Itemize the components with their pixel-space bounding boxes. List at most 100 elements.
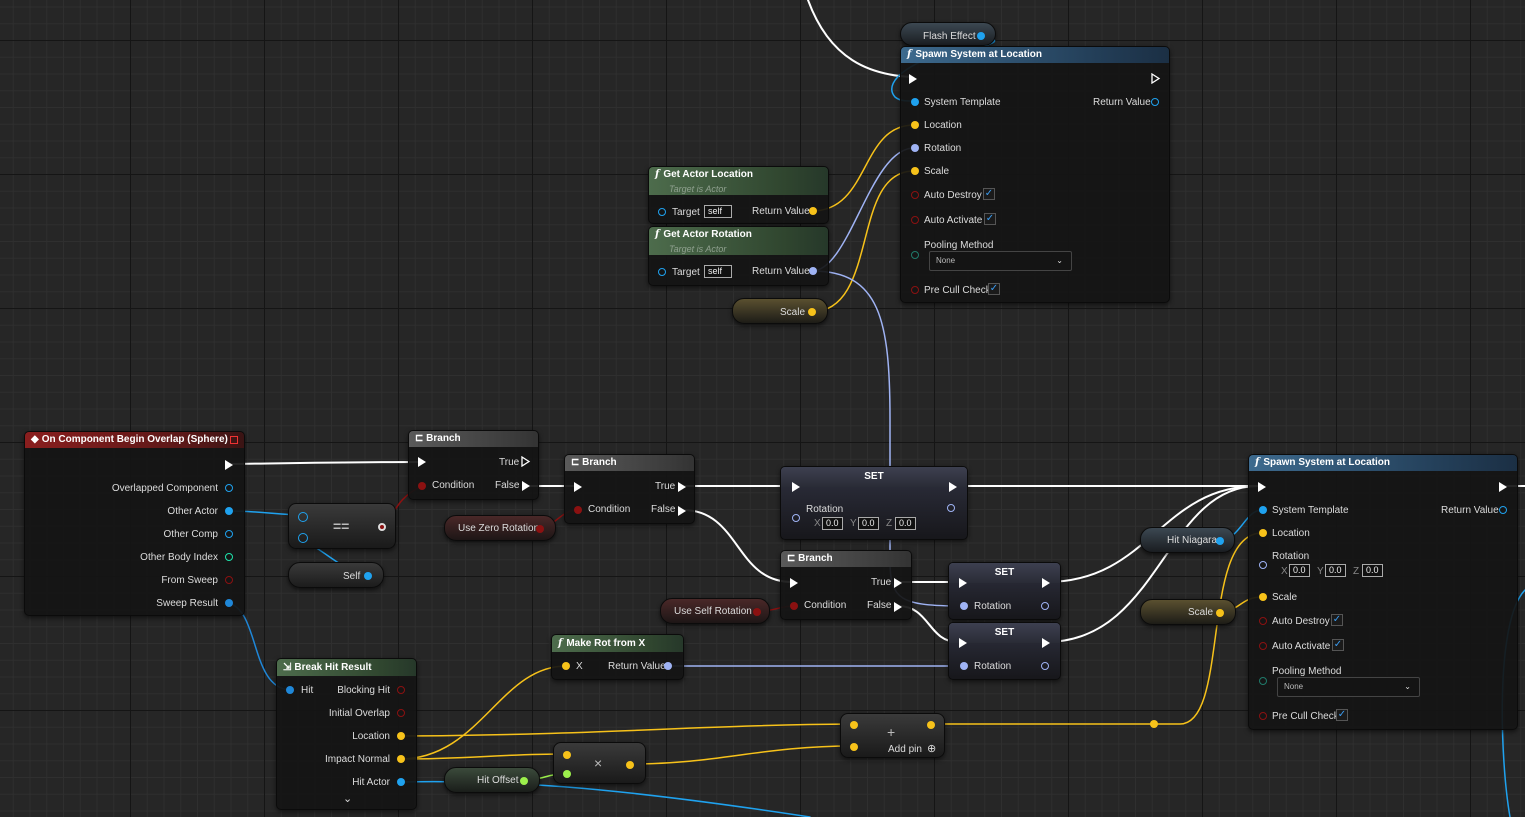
use-self-rotation-variable[interactable]: Use Self Rotation bbox=[660, 598, 770, 624]
x-pin[interactable] bbox=[562, 662, 570, 670]
target-self-field[interactable]: self bbox=[704, 265, 732, 278]
hit-actor-pin[interactable] bbox=[397, 778, 405, 786]
condition-pin[interactable] bbox=[790, 602, 798, 610]
rotation-pin[interactable] bbox=[960, 662, 968, 670]
pre-cull-pin[interactable] bbox=[911, 286, 919, 294]
pooling-method-dropdown[interactable]: None ⌄ bbox=[1277, 677, 1420, 697]
exec-out-pin[interactable] bbox=[1151, 73, 1161, 84]
exec-in-pin[interactable] bbox=[418, 457, 426, 467]
pooling-method-dropdown[interactable]: None ⌄ bbox=[929, 251, 1072, 271]
true-exec-pin[interactable] bbox=[521, 456, 531, 467]
use-zero-rotation-pin[interactable] bbox=[536, 525, 544, 533]
auto-destroy-checkbox[interactable]: ✓ bbox=[1331, 614, 1343, 626]
return-value-pin[interactable] bbox=[664, 662, 672, 670]
y-field[interactable]: 0.0 bbox=[858, 517, 879, 530]
get-actor-rotation-node[interactable]: f Get Actor Rotation Target is Actor Targe… bbox=[648, 226, 829, 286]
pre-cull-checkbox[interactable]: ✓ bbox=[1336, 709, 1348, 721]
equal-node[interactable]: == bbox=[288, 503, 396, 549]
auto-destroy-checkbox[interactable]: ✓ bbox=[983, 188, 995, 200]
exec-in-pin[interactable] bbox=[909, 74, 917, 84]
equal-b-pin[interactable] bbox=[298, 533, 308, 543]
break-hit-result-node[interactable]: ⇲ Break Hit Result Hit Blocking Hit Initi… bbox=[276, 658, 417, 810]
get-actor-location-node[interactable]: f Get Actor Location Target is Actor Targe… bbox=[648, 166, 829, 224]
y-field[interactable]: 0.0 bbox=[1325, 564, 1346, 577]
x-field[interactable]: 0.0 bbox=[1289, 564, 1310, 577]
hit-offset-variable[interactable]: Hit Offset bbox=[444, 767, 540, 793]
add-pin-icon[interactable]: ⊕ bbox=[927, 742, 936, 755]
self-pin[interactable] bbox=[364, 572, 372, 580]
auto-activate-checkbox[interactable]: ✓ bbox=[984, 213, 996, 225]
set-rotation-node-3[interactable]: SET Rotation bbox=[948, 622, 1061, 680]
exec-out-pin[interactable] bbox=[1042, 638, 1050, 648]
spawn-system-node-top[interactable]: f Spawn System at Location System Templat… bbox=[900, 46, 1170, 303]
use-zero-rotation-variable[interactable]: Use Zero Rotation bbox=[444, 515, 556, 541]
scale-pin[interactable] bbox=[1259, 593, 1267, 601]
auto-activate-pin[interactable] bbox=[911, 216, 919, 224]
exec-in-pin[interactable] bbox=[959, 638, 967, 648]
pooling-method-pin[interactable] bbox=[911, 251, 919, 259]
condition-pin[interactable] bbox=[574, 506, 582, 514]
true-exec-pin[interactable] bbox=[894, 578, 902, 588]
multiply-node[interactable]: × bbox=[553, 742, 646, 784]
other-body-index-pin[interactable] bbox=[225, 553, 233, 561]
flash-effect-pin[interactable] bbox=[977, 32, 985, 40]
exec-out-pin[interactable] bbox=[1499, 482, 1507, 492]
branch-node-3[interactable]: ⊏ Branch True Condition False bbox=[780, 550, 912, 620]
impact-normal-pin[interactable] bbox=[397, 755, 405, 763]
branch-node-2[interactable]: ⊏ Branch True Condition False bbox=[564, 454, 695, 524]
z-field[interactable]: 0.0 bbox=[895, 517, 916, 530]
location-pin[interactable] bbox=[1259, 529, 1267, 537]
scale-variable-top[interactable]: Scale bbox=[732, 298, 828, 324]
hit-offset-pin[interactable] bbox=[520, 777, 528, 785]
scale-pin[interactable] bbox=[808, 308, 816, 316]
false-exec-pin[interactable] bbox=[678, 506, 686, 516]
add-b-pin[interactable] bbox=[850, 743, 858, 751]
exec-out-pin[interactable] bbox=[1042, 578, 1050, 588]
multiply-a-pin[interactable] bbox=[563, 751, 571, 759]
spawn-system-node-bottom[interactable]: f Spawn System at Location System Templat… bbox=[1248, 454, 1518, 730]
other-comp-pin[interactable] bbox=[225, 530, 233, 538]
rotation-out-pin[interactable] bbox=[947, 504, 955, 512]
auto-destroy-pin[interactable] bbox=[911, 191, 919, 199]
use-self-rotation-pin[interactable] bbox=[753, 608, 761, 616]
location-pin[interactable] bbox=[397, 732, 405, 740]
scale-variable-bottom[interactable]: Scale bbox=[1140, 599, 1236, 625]
blocking-hit-pin[interactable] bbox=[397, 686, 405, 694]
false-exec-pin[interactable] bbox=[522, 481, 530, 491]
x-field[interactable]: 0.0 bbox=[822, 517, 843, 530]
return-value-pin[interactable] bbox=[809, 207, 817, 215]
make-rot-from-x-node[interactable]: f Make Rot from X X Return Value bbox=[551, 634, 684, 680]
return-value-pin[interactable] bbox=[1499, 506, 1507, 514]
overlapped-component-pin[interactable] bbox=[225, 484, 233, 492]
equal-out-pin[interactable] bbox=[378, 523, 386, 531]
rotation-pin[interactable] bbox=[911, 144, 919, 152]
overlap-event-node[interactable]: ◆ On Component Begin Overlap (Sphere) Ove… bbox=[24, 431, 245, 616]
multiply-out-pin[interactable] bbox=[626, 761, 634, 769]
scale-pin[interactable] bbox=[911, 167, 919, 175]
scale-pin[interactable] bbox=[1216, 609, 1224, 617]
exec-in-pin[interactable] bbox=[574, 482, 582, 492]
target-pin[interactable] bbox=[658, 208, 666, 216]
set-rotation-node-2[interactable]: SET Rotation bbox=[948, 562, 1061, 620]
flash-effect-variable[interactable]: Flash Effect bbox=[900, 22, 996, 46]
rotation-pin[interactable] bbox=[792, 514, 800, 522]
condition-pin[interactable] bbox=[418, 482, 426, 490]
pooling-method-pin[interactable] bbox=[1259, 677, 1267, 685]
location-pin[interactable] bbox=[911, 121, 919, 129]
return-value-pin[interactable] bbox=[809, 267, 817, 275]
sweep-result-pin[interactable] bbox=[225, 599, 233, 607]
hit-niagara-pin[interactable] bbox=[1216, 537, 1224, 545]
exec-in-pin[interactable] bbox=[959, 578, 967, 588]
false-exec-pin[interactable] bbox=[894, 602, 902, 612]
rotation-out-pin[interactable] bbox=[1041, 602, 1049, 610]
branch-node-1[interactable]: ⊏ Branch True Condition False bbox=[408, 430, 539, 500]
pre-cull-checkbox[interactable]: ✓ bbox=[988, 283, 1000, 295]
set-rotation-node-1[interactable]: SET Rotation X 0.0 Y 0.0 Z 0.0 bbox=[780, 466, 968, 540]
other-actor-pin[interactable] bbox=[225, 507, 233, 515]
auto-destroy-pin[interactable] bbox=[1259, 617, 1267, 625]
exec-in-pin[interactable] bbox=[790, 578, 798, 588]
z-field[interactable]: 0.0 bbox=[1362, 564, 1383, 577]
exec-out-pin[interactable] bbox=[949, 482, 957, 492]
hit-niagara-variable[interactable]: Hit Niagara bbox=[1140, 527, 1235, 553]
exec-out-pin[interactable] bbox=[225, 460, 233, 470]
